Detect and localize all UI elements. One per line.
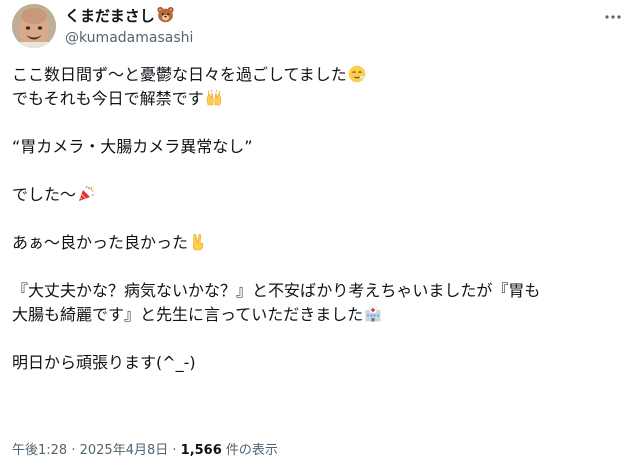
timestamp-link[interactable]: 午後1:28 · 2025年4月8日: [12, 443, 168, 458]
tweet-line: “胃カメラ・大腸カメラ異常なし”: [12, 137, 253, 156]
tweet-line: [12, 111, 628, 135]
tweet-line: でした〜: [12, 183, 628, 207]
party-popper-icon: [77, 185, 95, 203]
meta-separator: ·: [168, 443, 181, 458]
display-name[interactable]: くまだまさし: [65, 7, 155, 25]
tweet-line: [12, 327, 628, 351]
user-info: くまだまさし @kumadamasashi: [65, 6, 193, 48]
raising-hands-icon: [205, 89, 223, 107]
tweet-time: 午後1:28: [12, 443, 68, 458]
user-handle[interactable]: @kumadamasashi: [65, 29, 193, 48]
tweet-header: くまだまさし @kumadamasashi: [12, 4, 628, 48]
tweet-line: あぁ〜良かった良かった: [12, 231, 628, 255]
victory-hand-icon: [189, 233, 207, 251]
relieved-face-icon: [348, 65, 366, 83]
tweet-meta: 午後1:28 · 2025年4月8日 · 1,566 件の表示: [12, 441, 278, 461]
more-options-button[interactable]: [602, 6, 624, 28]
tweet-line: 明日から頑張ります(^_-): [12, 353, 196, 372]
hospital-icon: [364, 305, 382, 323]
views-link[interactable]: 1,566 件の表示: [181, 443, 278, 458]
more-options-icon: [605, 15, 621, 19]
avatar-photo: [12, 4, 56, 48]
tweet: くまだまさし @kumadamasashi ここ数日間ず〜と憂鬱な日々を過ごして…: [0, 0, 640, 469]
tweet-line: ここ数日間ず〜と憂鬱な日々を過ごしてました: [12, 63, 628, 87]
display-name-row[interactable]: くまだまさし: [65, 6, 193, 28]
tweet-line: [12, 255, 628, 279]
tweet-line: 『大丈夫かな？病気ないかな？』と不安ばかり考えちゃいましたが『胃も: [12, 281, 541, 300]
tweet-line: 大腸も綺麗です』と先生に言っていただきました: [12, 303, 628, 327]
tweet-text: ここ数日間ず〜と憂鬱な日々を過ごしてました でもそれも今日で解禁です “胃カメラ…: [12, 63, 628, 375]
meta-separator: ·: [67, 443, 80, 458]
views-label: 件の表示: [221, 443, 278, 458]
bear-face-icon: [157, 6, 174, 28]
tweet-date: 2025年4月8日: [79, 443, 169, 458]
avatar[interactable]: [12, 4, 56, 48]
tweet-line: [12, 159, 628, 183]
tweet-line: [12, 207, 628, 231]
tweet-line: でもそれも今日で解禁です: [12, 87, 628, 111]
views-count: 1,566: [180, 443, 222, 458]
